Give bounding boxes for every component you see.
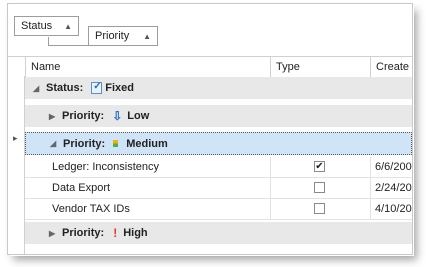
- column-divider: [370, 157, 371, 220]
- group-row-value: Medium: [126, 137, 168, 150]
- arrow-down-icon: ⇩: [112, 109, 123, 123]
- group-panel: Status ▲ Priority ▲: [8, 4, 412, 56]
- group-row-label: Priority:: [62, 227, 105, 239]
- group-row-priority-low[interactable]: ▶ Priority: ⇩ Low: [25, 105, 412, 128]
- cell-name: Vendor TAX IDs: [52, 203, 130, 215]
- exclamation-icon: !: [113, 226, 118, 240]
- group-row-label: Status:: [46, 82, 84, 94]
- group-connector: [48, 45, 88, 46]
- group-row-value: Low: [127, 110, 150, 122]
- data-grid: Status ▲ Priority ▲ Name Type Create ▸ ◢…: [7, 3, 413, 255]
- cell-name: Data Export: [52, 182, 111, 194]
- collapse-icon[interactable]: ◢: [33, 84, 43, 93]
- cell-created: 6/6/200: [375, 161, 412, 173]
- group-row-label: Priority:: [62, 110, 105, 122]
- cell-created: 2/24/200: [375, 182, 412, 194]
- group-row-status[interactable]: ◢ Status: Fixed: [25, 77, 412, 100]
- group-row-priority-high[interactable]: ▶ Priority: ! High: [25, 222, 412, 245]
- column-divider: [270, 157, 271, 220]
- column-header-created[interactable]: Create: [370, 57, 412, 77]
- row-indicator-column: ▸: [8, 76, 25, 254]
- expand-icon[interactable]: ▶: [49, 229, 59, 238]
- fixed-status-icon: [91, 81, 103, 94]
- row-indicator-icon: ▸: [13, 133, 18, 143]
- group-row-label: Priority:: [63, 137, 106, 150]
- group-chip-label: Status: [21, 20, 53, 32]
- column-header-indicator: [8, 57, 25, 77]
- type-checkbox[interactable]: ✔: [314, 161, 325, 172]
- table-row[interactable]: Vendor TAX IDs 4/10/200: [25, 199, 412, 220]
- sort-ascending-icon: ▲: [64, 21, 72, 31]
- group-row-value: High: [123, 227, 148, 239]
- type-checkbox[interactable]: [314, 203, 325, 214]
- group-chip-status[interactable]: Status ▲: [14, 16, 79, 36]
- sort-ascending-icon: ▲: [143, 31, 151, 41]
- column-header-type[interactable]: Type: [270, 57, 370, 77]
- table-row[interactable]: Ledger: Inconsistency ✔ 6/6/200: [25, 157, 412, 178]
- cell-created: 4/10/200: [375, 203, 412, 215]
- collapse-icon[interactable]: ◢: [50, 139, 60, 148]
- group-row-priority-medium[interactable]: ◢ Priority: Medium: [25, 132, 412, 155]
- group-chip-label: Priority: [95, 30, 130, 42]
- column-header-name[interactable]: Name: [25, 57, 270, 77]
- group-chip-priority[interactable]: Priority ▲: [88, 26, 158, 46]
- column-header-row: Name Type Create: [8, 56, 412, 78]
- group-row-value: Fixed: [105, 82, 135, 94]
- type-checkbox[interactable]: [314, 182, 325, 193]
- table-row[interactable]: Data Export 2/24/200: [25, 178, 412, 199]
- medium-level-icon: [113, 140, 119, 147]
- cell-name: Ledger: Inconsistency: [52, 161, 160, 173]
- expand-icon[interactable]: ▶: [49, 112, 59, 121]
